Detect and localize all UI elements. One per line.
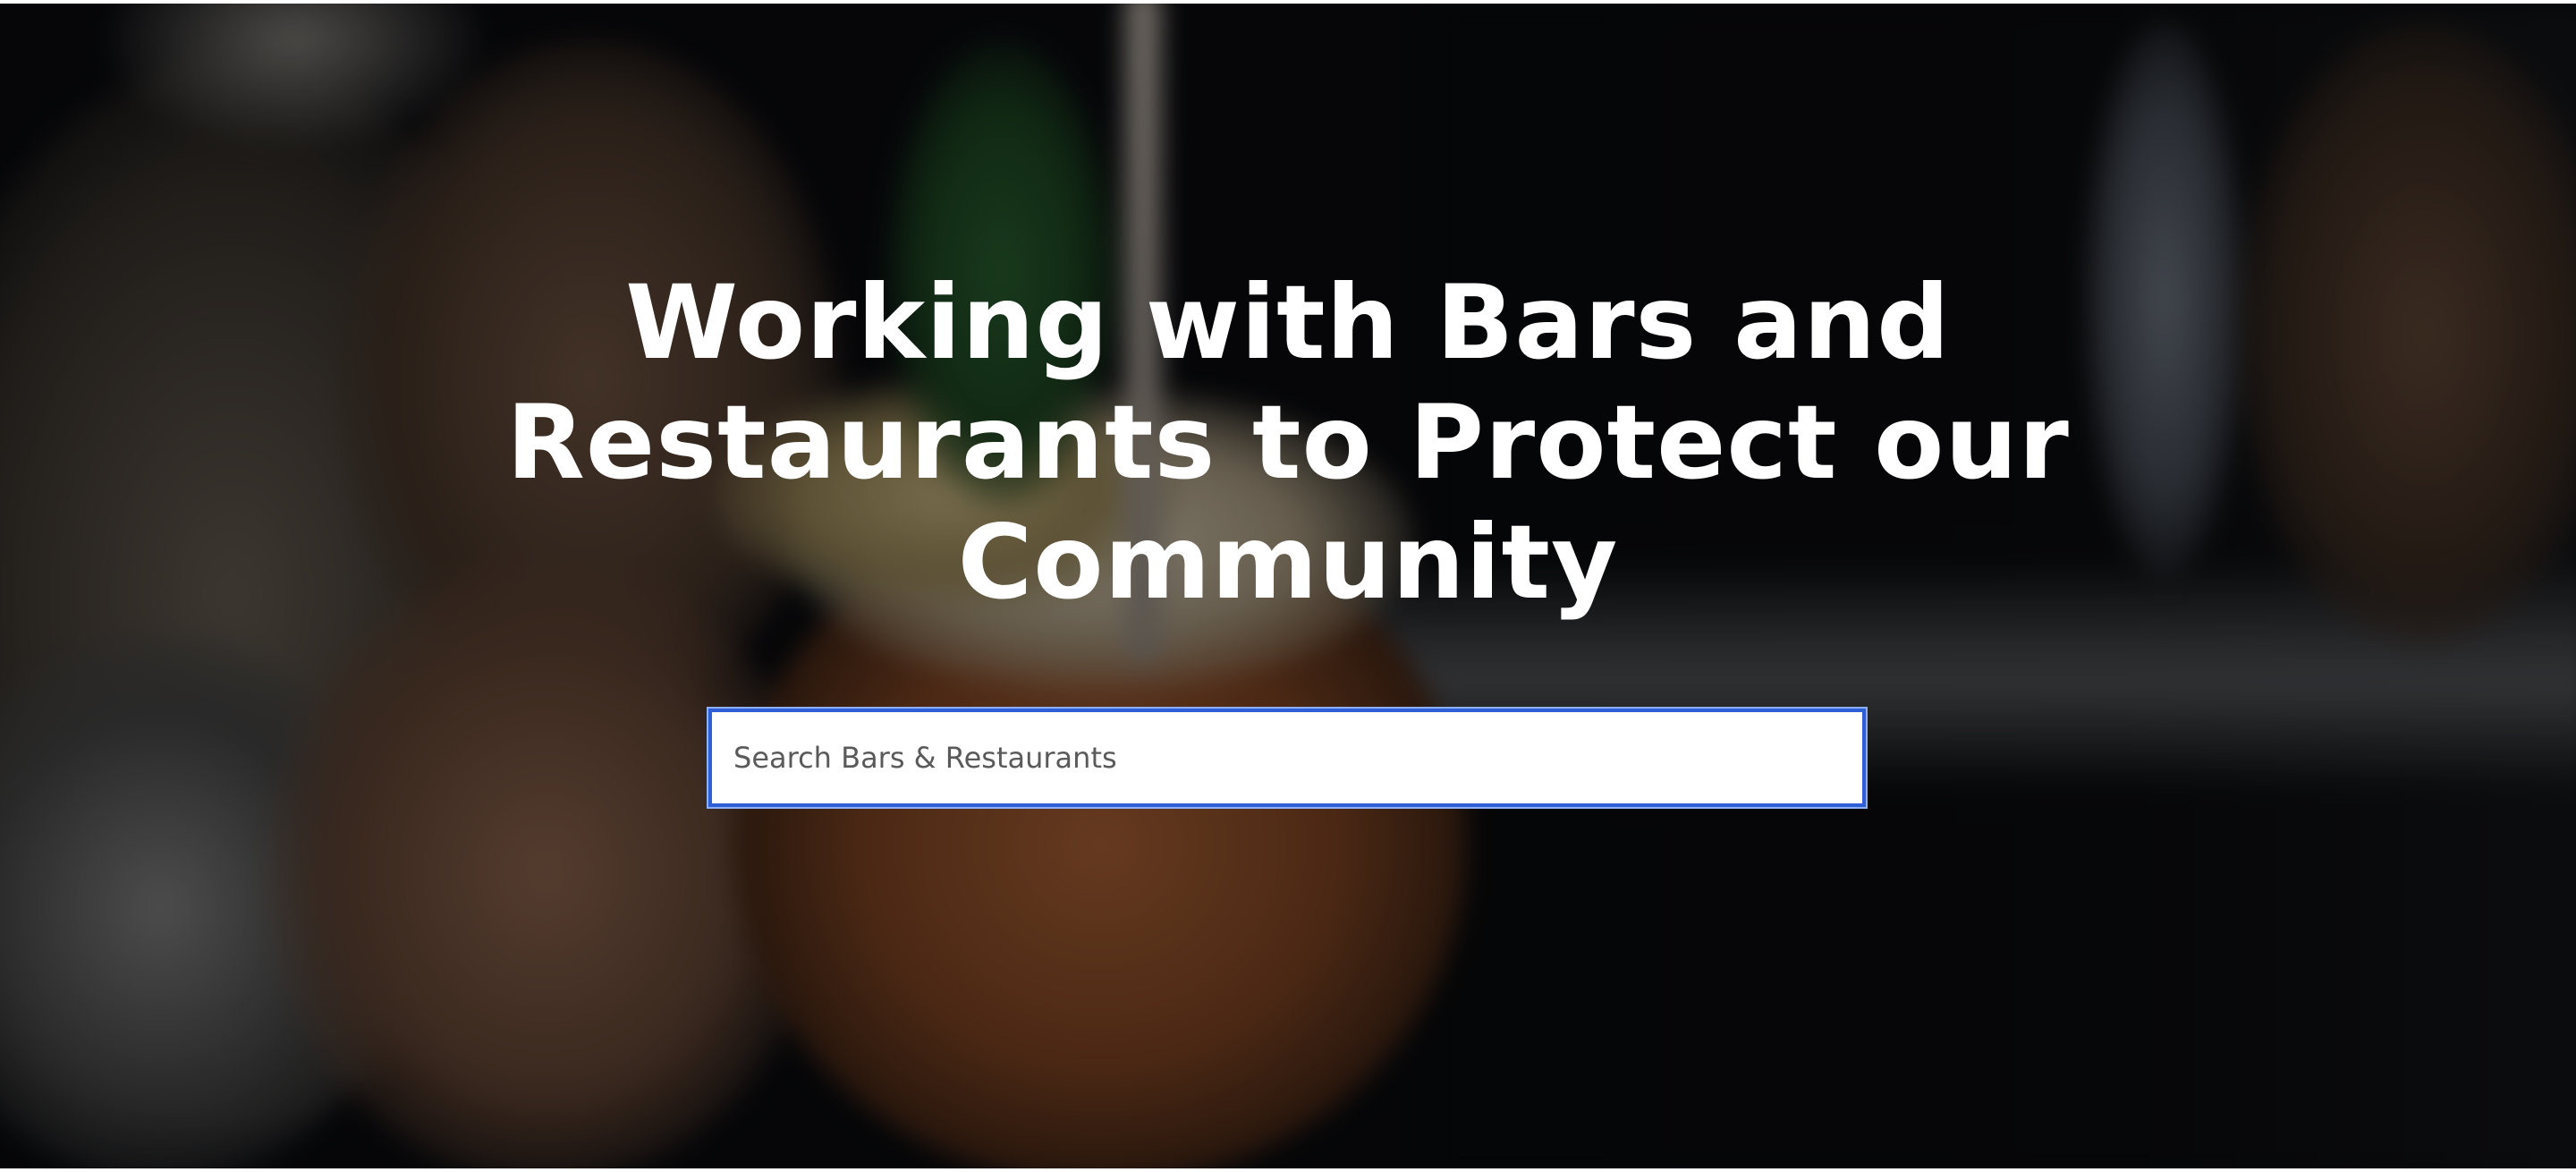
- hero-section: Working with Bars and Restaurants to Pro…: [0, 4, 2576, 1168]
- page-bottom-edge: [0, 1168, 2576, 1172]
- hero-title: Working with Bars and Restaurants to Pro…: [506, 263, 2070, 622]
- search-input[interactable]: [707, 707, 1868, 809]
- hero-content: Working with Bars and Restaurants to Pro…: [0, 4, 2576, 1168]
